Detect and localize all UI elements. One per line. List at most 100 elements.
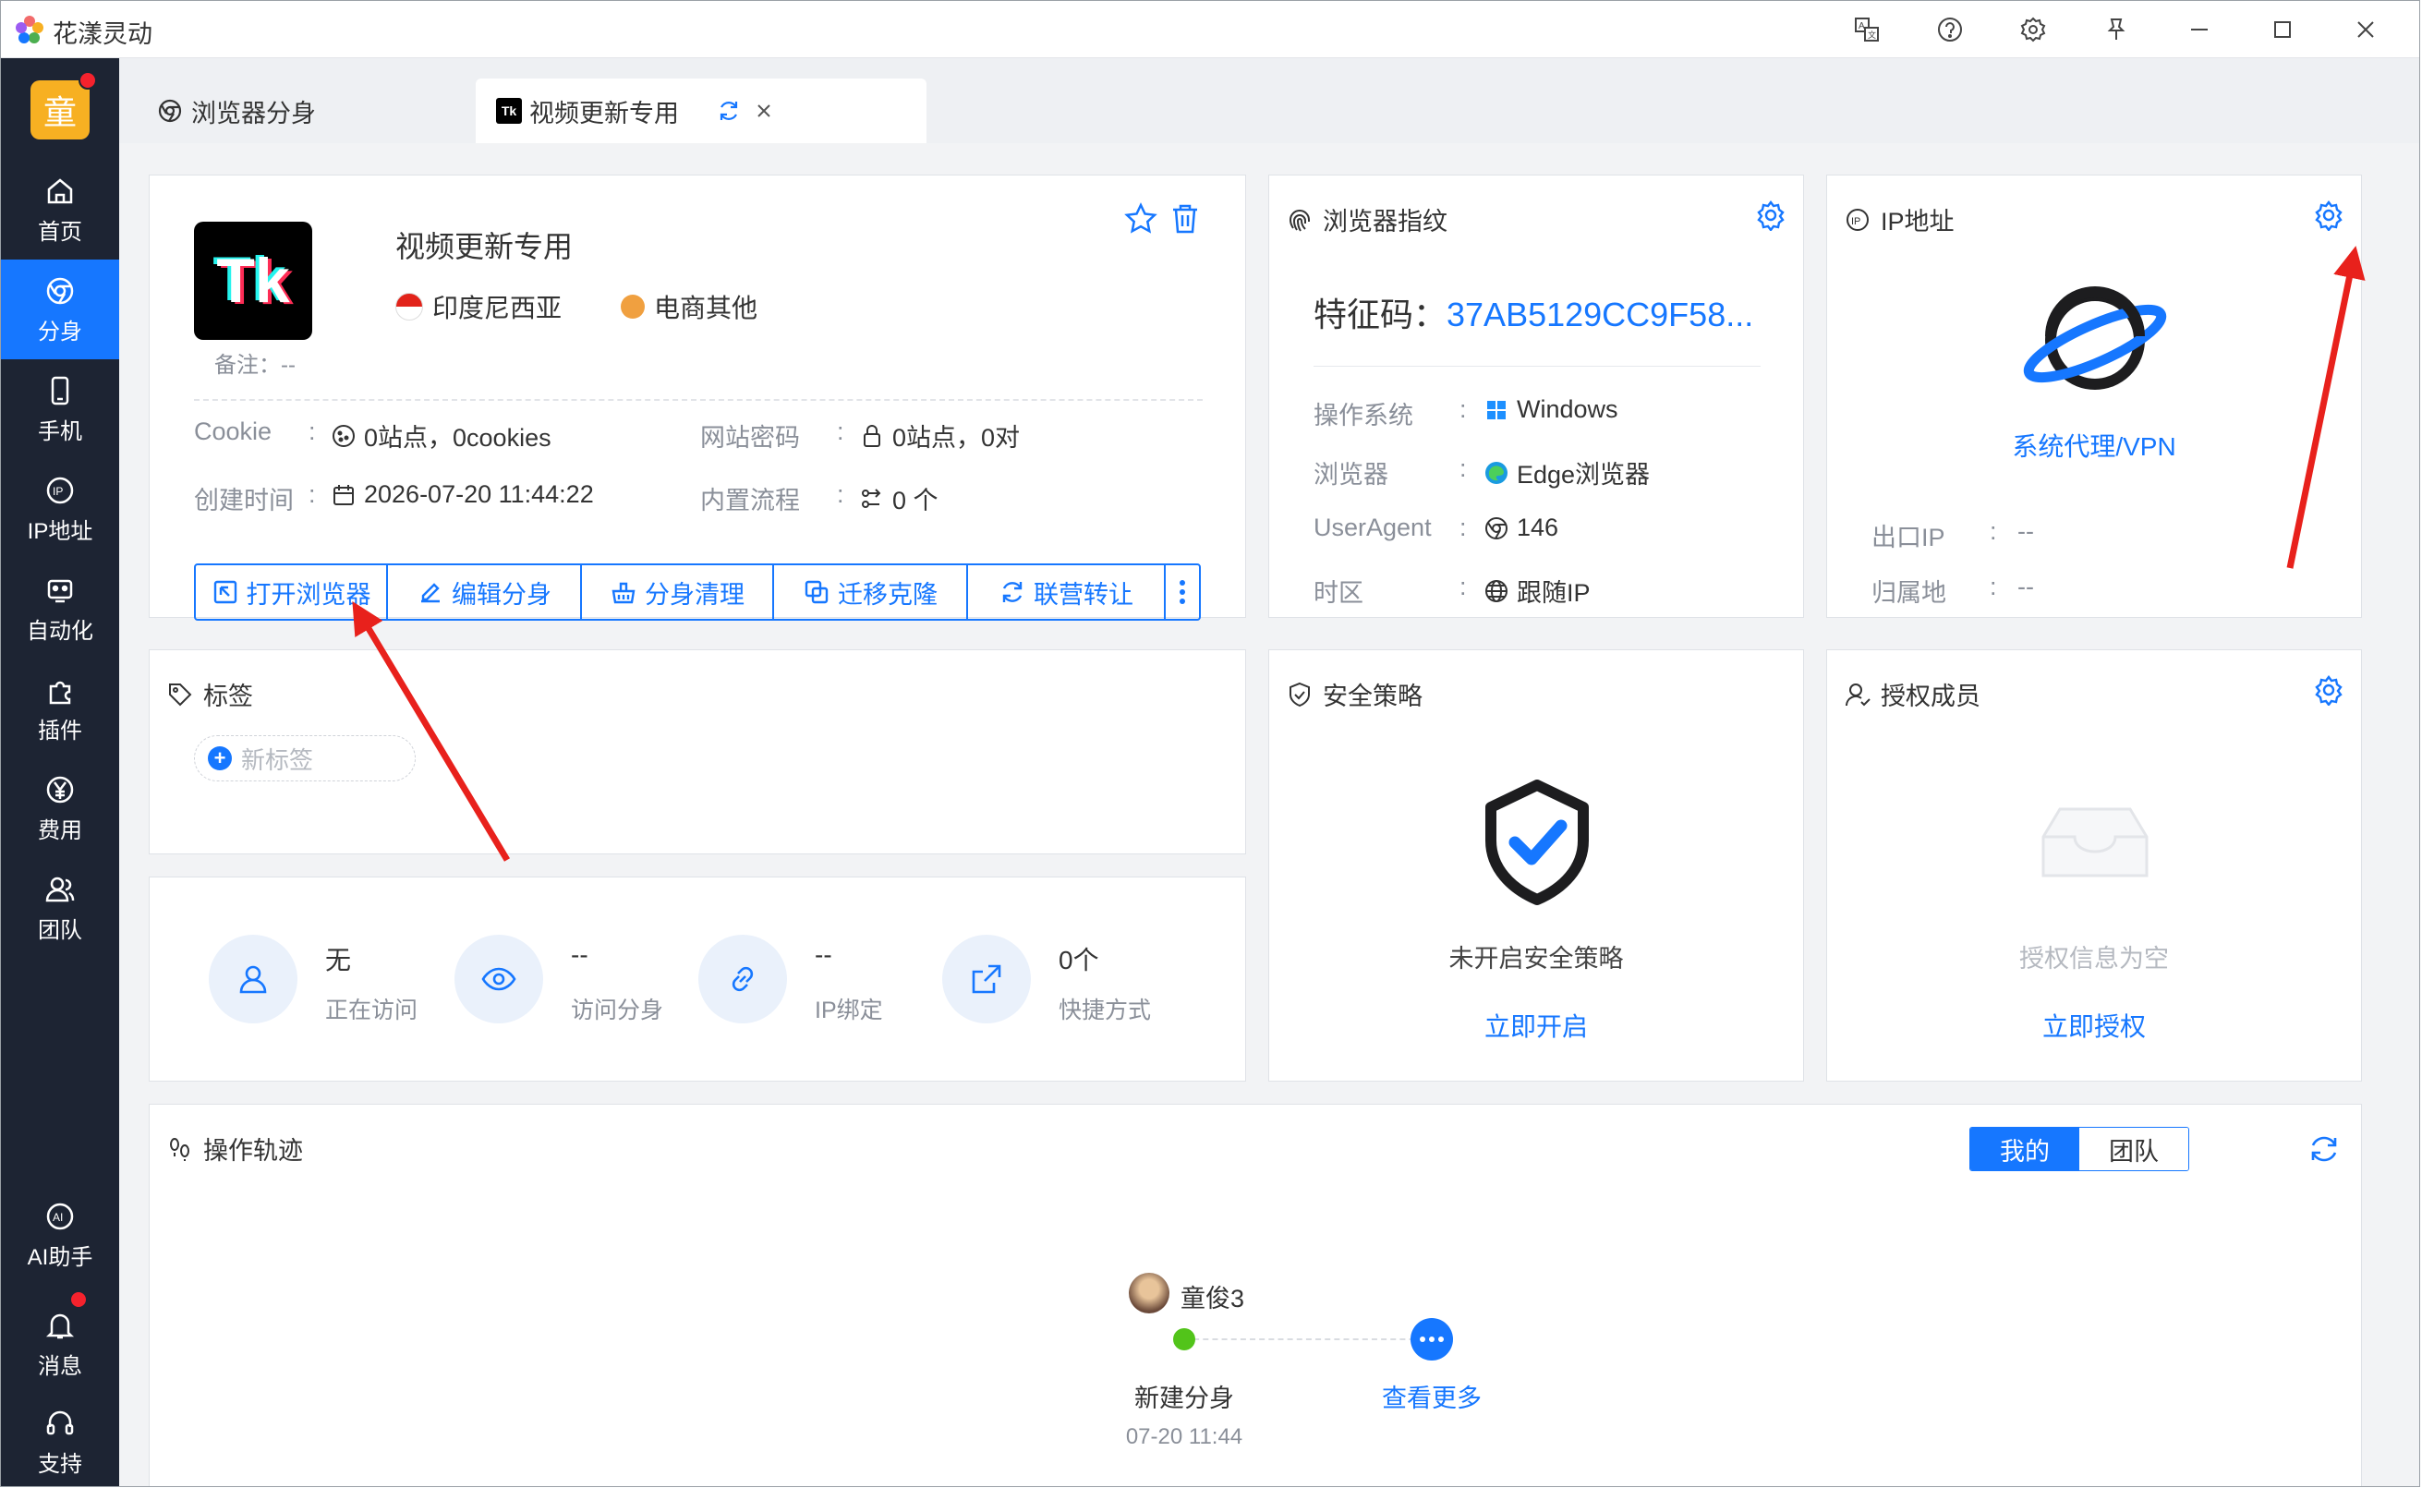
indonesia-flag-icon xyxy=(395,293,423,321)
profile-logo: Tk xyxy=(194,222,312,340)
stat-ip-binding xyxy=(698,935,787,1023)
sidebar-item-ip[interactable]: IP IP地址 xyxy=(1,459,119,559)
sidebar-item-ai[interactable]: AI AI助手 xyxy=(1,1185,119,1285)
profile-card: Tk 备注：-- 视频更新专用 印度尼西亚 电商其他 Cookie : 0站点，… xyxy=(149,175,1246,621)
colon: : xyxy=(309,480,316,508)
security-card: 安全策略 未开启安全策略 立即开启 xyxy=(1268,649,1804,1082)
sidebar-item-home[interactable]: 首页 xyxy=(1,160,119,260)
minimize-icon[interactable] xyxy=(2179,10,2220,49)
help-icon[interactable] xyxy=(1930,10,1970,49)
sidebar-item-support[interactable]: 支持 xyxy=(1,1392,119,1486)
migrate-clone-button[interactable]: 迁移克隆 xyxy=(774,565,968,619)
ip-settings-icon[interactable] xyxy=(2313,200,2344,231)
sidebar-item-profiles[interactable]: 分身 xyxy=(1,260,119,359)
sidebar-item-billing[interactable]: 费用 xyxy=(1,758,119,858)
password-label: 网站密码 xyxy=(700,424,800,452)
maximize-icon[interactable] xyxy=(2262,10,2303,49)
trace-title: 操作轨迹 xyxy=(166,1131,303,1167)
members-settings-icon[interactable] xyxy=(2313,674,2344,706)
stat-label: IP绑定 xyxy=(815,998,883,1023)
colon: : xyxy=(309,417,316,445)
app-window: 花漾灵动 A文 童 首页 分身 手机 IP IP地址 自动化 插件 费用 团队 … xyxy=(0,0,2420,1487)
translate-icon[interactable]: A文 xyxy=(1847,10,1887,49)
security-shield-icon xyxy=(1485,780,1589,905)
edge-icon xyxy=(1485,461,1508,484)
more-dots-icon[interactable] xyxy=(1411,1318,1453,1361)
os-value: Windows xyxy=(1483,395,1618,424)
browser-icon xyxy=(158,99,182,123)
sidebar-item-messages[interactable]: 消息 xyxy=(1,1294,119,1394)
ip-icon: IP xyxy=(1847,208,1869,231)
sidebar-item-label: 首页 xyxy=(38,219,82,245)
segment-mine[interactable]: 我的 xyxy=(1970,1128,2079,1170)
divider xyxy=(1314,366,1761,367)
trash-icon[interactable] xyxy=(1168,201,1203,236)
sidebar-item-automation[interactable]: 自动化 xyxy=(1,559,119,659)
profile-actions: 打开浏览器 编辑分身 分身清理 迁移克隆 联营转让 xyxy=(194,563,1201,621)
tab-current-profile[interactable]: Tk 视频更新专用 xyxy=(476,79,926,143)
remark-label: 备注 xyxy=(214,353,259,378)
colon: : xyxy=(837,417,844,445)
stat-shortcuts xyxy=(942,935,1031,1023)
pin-icon[interactable] xyxy=(2096,10,2137,49)
tab-bar: 浏览器分身 Tk 视频更新专用 xyxy=(119,58,2419,143)
created-label: 创建时间 xyxy=(194,487,294,514)
location-label: 归属地 xyxy=(1871,579,1946,607)
flow-icon xyxy=(862,488,881,508)
sidebar-item-team[interactable]: 团队 xyxy=(1,858,119,958)
user-avatar[interactable]: 童 xyxy=(30,80,90,139)
settings-icon[interactable] xyxy=(2013,10,2053,49)
ip-icon: IP xyxy=(46,477,74,503)
tab-close-icon[interactable] xyxy=(755,102,773,120)
security-title: 安全策略 xyxy=(1286,676,1423,712)
open-browser-button[interactable]: 打开浏览器 xyxy=(196,565,388,619)
authorize-link[interactable]: 立即授权 xyxy=(1827,1007,2361,1044)
edit-profile-button[interactable]: 编辑分身 xyxy=(388,565,582,619)
sidebar-item-plugins[interactable]: 插件 xyxy=(1,659,119,758)
category-label: 电商其他 xyxy=(654,294,758,322)
star-icon[interactable] xyxy=(1123,201,1158,236)
windows-icon xyxy=(1487,400,1506,419)
fingerprint-settings-icon[interactable] xyxy=(1755,200,1786,231)
stat-access xyxy=(454,935,543,1023)
trace-event-time: 07-20 11:44 xyxy=(1125,1424,1243,1449)
useragent-label: UserAgent xyxy=(1314,514,1432,541)
system-proxy-link[interactable]: 系统代理/VPN xyxy=(1827,427,2361,464)
password-value-text: 0站点，0对 xyxy=(892,424,1021,452)
refresh-icon[interactable] xyxy=(716,98,742,124)
browser-label: 浏览器 xyxy=(1314,461,1388,489)
stat-visitor xyxy=(209,935,297,1023)
os-value-text: Windows xyxy=(1517,395,1618,423)
new-tag-button[interactable]: + 新标签 xyxy=(194,735,416,781)
stat-value: 无 xyxy=(325,946,352,974)
action-label: 分身清理 xyxy=(645,580,745,609)
tab-browser-profiles[interactable]: 浏览器分身 xyxy=(156,79,470,143)
clean-profile-button[interactable]: 分身清理 xyxy=(582,565,774,619)
message-badge-dot xyxy=(69,1290,88,1309)
globe-icon xyxy=(1485,579,1508,602)
close-icon[interactable] xyxy=(2345,10,2386,49)
refresh-icon[interactable] xyxy=(2307,1132,2341,1166)
code-label: 特征码： xyxy=(1314,296,1447,333)
sidebar-item-label: 手机 xyxy=(38,418,82,444)
sidebar-item-label: 费用 xyxy=(38,817,82,843)
timeline-line xyxy=(1184,1338,1443,1340)
enable-security-link[interactable]: 立即开启 xyxy=(1269,1007,1803,1044)
transfer-button[interactable]: 联营转让 xyxy=(968,565,1166,619)
sidebar-item-phone[interactable]: 手机 xyxy=(1,359,119,459)
more-actions-button[interactable] xyxy=(1166,565,1199,619)
timezone-value-text: 跟随IP xyxy=(1517,579,1591,607)
tab-label: 浏览器分身 xyxy=(191,99,316,127)
code-value[interactable]: 37AB5129CC9F58... xyxy=(1447,296,1753,333)
svg-text:IP: IP xyxy=(1851,216,1860,227)
category-dot-icon xyxy=(621,295,645,319)
divider xyxy=(194,399,1203,401)
user-check-icon xyxy=(1846,683,1871,706)
view-more-link[interactable]: 查看更多 xyxy=(1358,1378,1506,1414)
segment-team[interactable]: 团队 xyxy=(2079,1128,2188,1170)
profile-name: 视频更新专用 xyxy=(395,230,574,263)
user-icon xyxy=(239,965,267,994)
tags-title-text: 标签 xyxy=(203,683,253,710)
lock-icon xyxy=(864,424,880,447)
more-vertical-icon xyxy=(1180,580,1185,604)
